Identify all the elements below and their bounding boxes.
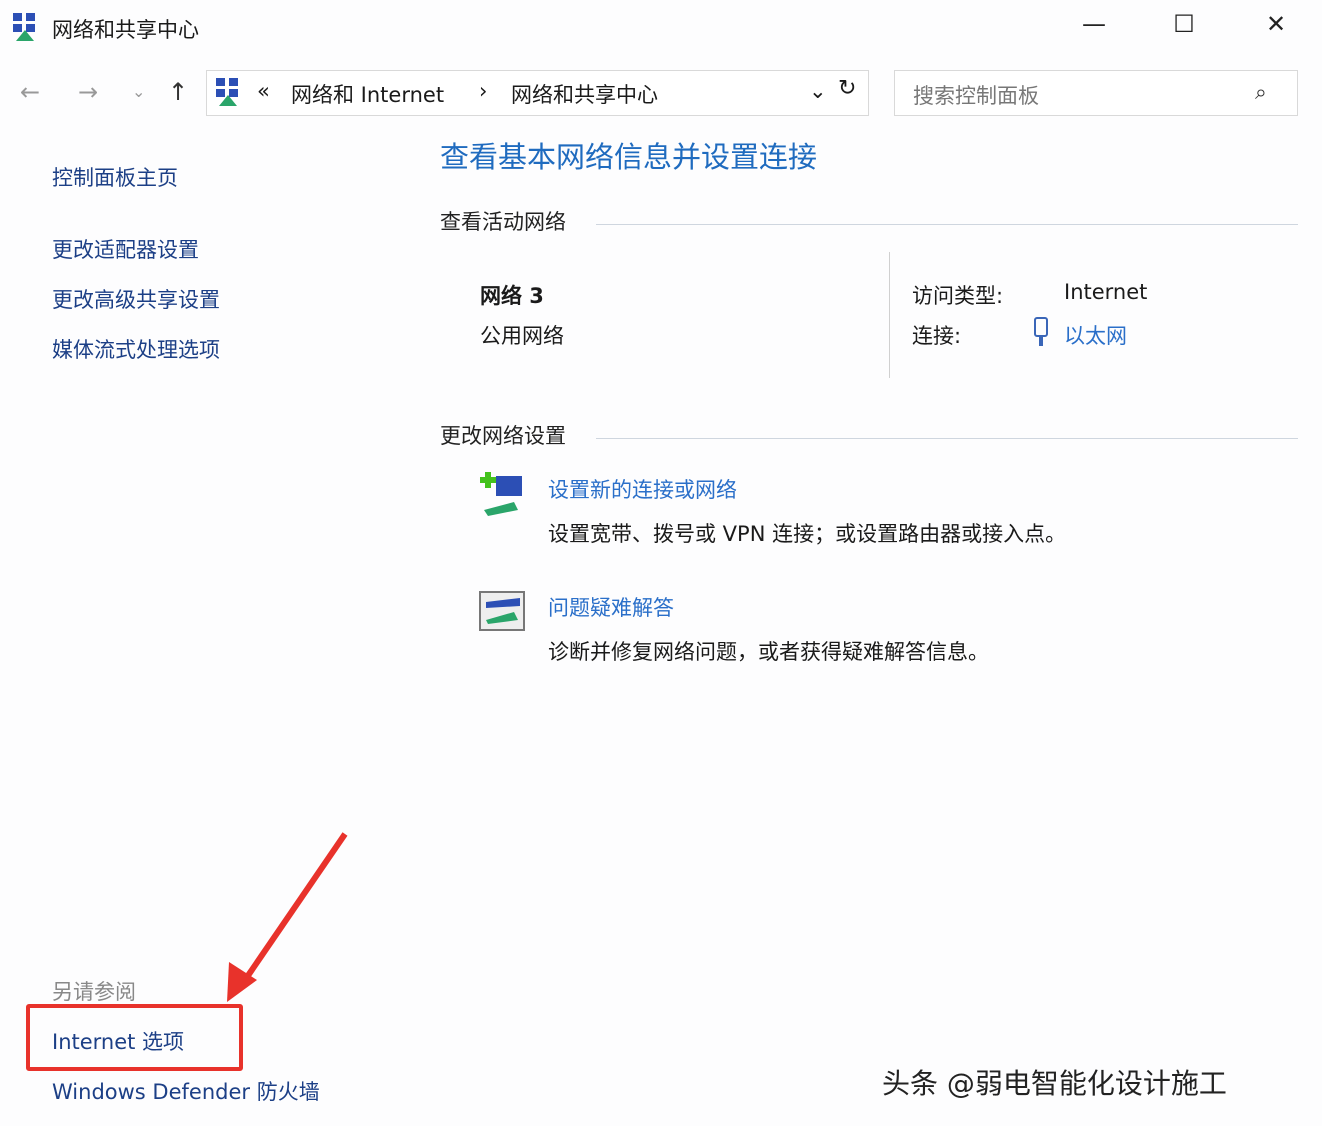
page-title: 查看基本网络信息并设置连接 (440, 134, 817, 176)
sidebar-item-advanced-sharing[interactable]: 更改高级共享设置 (52, 284, 220, 314)
sidebar-item-control-panel-home[interactable]: 控制面板主页 (52, 162, 178, 192)
network-center-icon (12, 12, 38, 42)
breadcrumb-sharing-center[interactable]: 网络和共享中心 (511, 79, 658, 109)
new-connection-icon (478, 470, 528, 520)
ethernet-link[interactable]: 以太网 (1064, 320, 1127, 350)
overflow-breadcrumb[interactable]: « (257, 79, 270, 103)
breadcrumb-separator[interactable]: › (479, 79, 487, 103)
close-button[interactable]: ✕ (1256, 10, 1296, 38)
back-button[interactable]: ← (20, 78, 40, 106)
address-bar[interactable]: « 网络和 Internet › 网络和共享中心 ⌄ (206, 70, 869, 116)
setup-new-connection-link[interactable]: 设置新的连接或网络 (548, 474, 737, 504)
see-also-heading: 另请参阅 (52, 976, 136, 1006)
network-type[interactable]: 公用网络 (480, 320, 564, 350)
breadcrumb-network-internet[interactable]: 网络和 Internet (291, 79, 444, 109)
connection-label: 连接: (912, 320, 961, 350)
access-type-label: 访问类型: (912, 280, 1003, 310)
up-button[interactable]: ↑ (168, 78, 188, 106)
search-icon[interactable]: ⌕ (1255, 80, 1267, 105)
sidebar-item-media-streaming[interactable]: 媒体流式处理选项 (52, 334, 220, 364)
troubleshoot-icon (478, 590, 526, 634)
change-settings-heading: 更改网络设置 (440, 420, 566, 450)
ethernet-icon (1032, 316, 1050, 348)
window-title: 网络和共享中心 (52, 14, 199, 44)
divider (889, 252, 890, 378)
troubleshoot-desc: 诊断并修复网络问题，或者获得疑难解答信息。 (548, 636, 989, 666)
search-placeholder: 搜索控制面板 (913, 80, 1039, 110)
network-center-icon (215, 77, 241, 107)
troubleshoot-link[interactable]: 问题疑难解答 (548, 592, 674, 622)
search-input[interactable]: 搜索控制面板 ⌕ (894, 70, 1298, 116)
divider (596, 438, 1298, 439)
network-name: 网络 3 (480, 280, 544, 310)
minimize-button[interactable]: — (1074, 10, 1114, 38)
recent-locations-button[interactable]: ⌄ (132, 82, 145, 101)
sidebar-item-adapter-settings[interactable]: 更改适配器设置 (52, 234, 199, 264)
maximize-button[interactable]: ☐ (1164, 10, 1204, 38)
refresh-button[interactable]: ↻ (838, 76, 856, 101)
active-networks-heading: 查看活动网络 (440, 206, 566, 236)
forward-button[interactable]: → (78, 78, 98, 106)
access-type-value: Internet (1064, 280, 1147, 304)
divider (596, 224, 1298, 225)
address-dropdown[interactable]: ⌄ (809, 79, 827, 103)
watermark: 头条 @弱电智能化设计施工 (882, 1062, 1227, 1102)
highlight-box (26, 1004, 243, 1071)
red-arrow-annotation (215, 830, 355, 1005)
windows-defender-firewall-link[interactable]: Windows Defender 防火墙 (52, 1076, 320, 1106)
setup-new-connection-desc: 设置宽带、拨号或 VPN 连接；或设置路由器或接入点。 (548, 518, 1066, 548)
